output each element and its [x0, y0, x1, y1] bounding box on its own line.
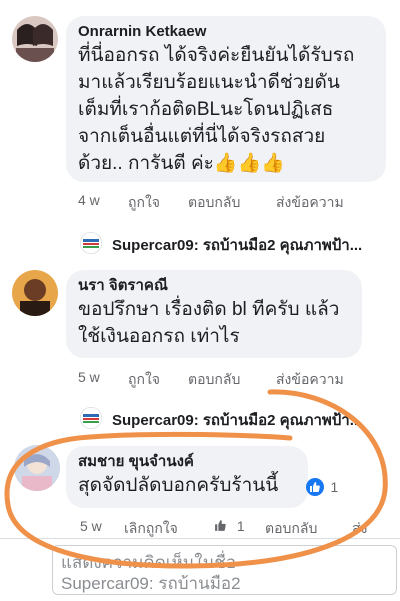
like-count: 1	[214, 518, 245, 534]
comment-actions: 4 w ถูกใจ ตอบกลับ ส่งข้อความ	[78, 192, 398, 212]
comment-text: สุดจัดปลัดบอกครับร้านนี้	[78, 475, 279, 496]
comment-input-placeholder-page: Supercar09: รถบ้านมือ2	[61, 574, 241, 593]
thumbs-up-icon	[215, 520, 226, 531]
reply-preview[interactable]: Supercar09: รถบ้านมือ2 คุณภาพป้า...	[80, 230, 400, 256]
reply-button[interactable]: ตอบกลับ	[188, 192, 240, 214]
like-reaction-icon	[306, 478, 324, 496]
comment-input-placeholder: แสดงความคิดเห็นในชื่อ	[61, 553, 237, 572]
comment-bubble: สมชาย ขุนจำนงค์ สุดจัดปลัดบอกครับร้านนี้	[66, 446, 308, 508]
send-message-button[interactable]: ส่ง	[352, 518, 367, 540]
comment-author[interactable]: นรา จิตราคณี	[78, 276, 350, 296]
like-button[interactable]: ถูกใจ	[128, 192, 160, 214]
comment-input[interactable]: แสดงความคิดเห็นในชื่อ Supercar09: รถบ้าน…	[52, 545, 397, 595]
like-button[interactable]: ถูกใจ	[128, 369, 160, 391]
reaction-count: 1	[330, 479, 339, 495]
comment-time: 5 w	[78, 369, 100, 385]
comment-actions: 5 w ถูกใจ ตอบกลับ ส่งข้อความ	[78, 369, 398, 389]
reply-button[interactable]: ตอบกลับ	[265, 518, 317, 540]
avatar[interactable]	[14, 445, 60, 491]
reaction-badge[interactable]: 1	[306, 478, 338, 498]
comment-text: ที่นี่ออกรถ ได้จริงค่ะยืนยันได้รับรถ มาแ…	[78, 45, 355, 174]
reply-text[interactable]: Supercar09: รถบ้านมือ2 คุณภาพป้า...	[112, 408, 400, 432]
page-logo-icon	[80, 407, 102, 429]
unlike-button[interactable]: เลิกถูกใจ	[124, 518, 178, 540]
send-message-button[interactable]: ส่งข้อความ	[276, 192, 344, 214]
comment-author[interactable]: Onrarnin Ketkaew	[78, 22, 374, 42]
send-message-button[interactable]: ส่งข้อความ	[276, 369, 344, 391]
reply-preview[interactable]: Supercar09: รถบ้านมือ2 คุณภาพป้า...	[80, 405, 400, 431]
avatar[interactable]	[12, 270, 58, 316]
reply-text[interactable]: Supercar09: รถบ้านมือ2 คุณภาพป้า...	[112, 233, 400, 257]
comment-actions: 5 w เลิกถูกใจ 1 ตอบกลับ ส่ง	[80, 518, 400, 538]
comment-bubble: Onrarnin Ketkaew ที่นี่ออกรถ ได้จริงค่ะย…	[66, 16, 386, 182]
page-logo-icon	[80, 232, 102, 254]
comment-author[interactable]: สมชาย ขุนจำนงค์	[78, 452, 296, 472]
like-count-value: 1	[236, 518, 245, 534]
comment-time: 5 w	[80, 518, 102, 534]
comment-text: ขอปรึกษา เรื่องติด bl ทีครับ แล้ว ใช้เงิ…	[78, 299, 340, 347]
comment-bubble: นรา จิตราคณี ขอปรึกษา เรื่องติด bl ทีครั…	[66, 270, 362, 358]
comment-time: 4 w	[78, 192, 100, 208]
avatar[interactable]	[12, 16, 58, 62]
reply-button[interactable]: ตอบกลับ	[188, 369, 240, 391]
